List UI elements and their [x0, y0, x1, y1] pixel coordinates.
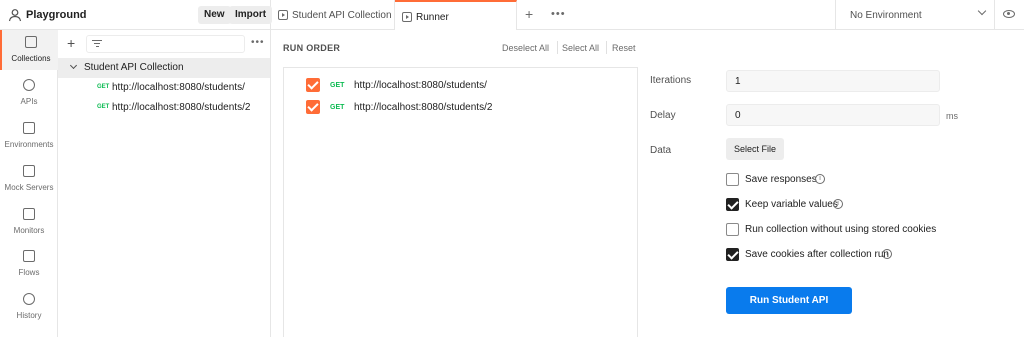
delay-input[interactable]: 0	[726, 104, 940, 126]
request-method: GET	[330, 82, 345, 89]
runner-icon	[278, 10, 288, 20]
monitors-icon	[23, 208, 35, 220]
nav-label: Mock Servers	[4, 183, 54, 192]
nav-label: APIs	[20, 97, 38, 106]
apis-icon	[23, 79, 35, 91]
iterations-value: 1	[735, 76, 741, 87]
deselect-all-button[interactable]: Deselect All	[502, 43, 549, 53]
request-url: http://localhost:8080/students/2	[112, 102, 251, 113]
delay-label: Delay	[650, 110, 676, 121]
tab-label: Runner	[416, 12, 449, 23]
nav-monitors[interactable]: Monitors	[0, 202, 58, 242]
top-bar: Playground New Import Student API Collec…	[0, 0, 1024, 30]
flows-icon	[23, 250, 35, 262]
save-responses-checkbox[interactable]	[726, 173, 739, 186]
nav-label: Environments	[4, 140, 54, 149]
tab-label: Student API Collection	[292, 10, 392, 21]
request-method: GET	[330, 104, 345, 111]
sidebar-request-item[interactable]: GET http://localhost:8080/students/2	[58, 98, 270, 118]
keep-variable-values-checkbox[interactable]	[726, 198, 739, 211]
nav-mock-servers[interactable]: Mock Servers	[0, 159, 58, 199]
nav-label: Flows	[18, 268, 40, 277]
request-method: GET	[97, 104, 110, 110]
info-icon[interactable]: i	[833, 199, 843, 209]
search-collections-input[interactable]	[86, 35, 245, 53]
nav-collections[interactable]: Collections	[0, 30, 58, 70]
tab-more-icon[interactable]: •••	[551, 8, 566, 20]
chevron-down-icon	[69, 61, 78, 70]
request-url: http://localhost:8080/students/	[112, 82, 245, 93]
select-file-button[interactable]: Select File	[726, 138, 784, 160]
request-url: http://localhost:8080/students/	[354, 80, 487, 91]
eye-icon[interactable]	[1003, 10, 1015, 18]
sidebar-request-item[interactable]: GET http://localhost:8080/students/	[58, 78, 270, 98]
tab-runner[interactable]: Runner	[395, 0, 517, 30]
collections-icon	[25, 36, 37, 48]
save-cookies-checkbox[interactable]	[726, 248, 739, 261]
environment-selector[interactable]: No Environment	[835, 0, 995, 30]
request-checkbox[interactable]	[306, 78, 320, 92]
import-button[interactable]: Import	[229, 6, 273, 24]
tab-student-api-collection[interactable]: Student API Collection	[271, 0, 395, 30]
collection-item[interactable]: Student API Collection	[58, 58, 270, 78]
request-checkbox[interactable]	[306, 100, 320, 114]
option-label: Run collection without using stored cook…	[745, 224, 937, 235]
iterations-input[interactable]: 1	[726, 70, 940, 92]
option-label: Keep variable values	[745, 199, 838, 210]
sidebar-more-icon[interactable]: •••	[251, 37, 265, 48]
workspace-name[interactable]: Playground	[26, 9, 87, 21]
delay-unit: ms	[946, 111, 958, 121]
nav-history[interactable]: History	[0, 287, 58, 327]
mock-servers-icon	[23, 165, 35, 177]
option-label: Save responses	[745, 174, 817, 185]
environments-icon	[23, 122, 35, 134]
divider	[557, 41, 558, 54]
iterations-label: Iterations	[650, 75, 692, 86]
reset-button[interactable]: Reset	[612, 43, 636, 53]
new-button[interactable]: New	[198, 6, 231, 24]
run-order-row: GET http://localhost:8080/students/2	[284, 97, 637, 119]
request-method: GET	[97, 84, 110, 90]
run-order-row: GET http://localhost:8080/students/	[284, 75, 637, 97]
run-without-cookies-checkbox[interactable]	[726, 223, 739, 236]
collection-name: Student API Collection	[84, 62, 184, 73]
environment-label: No Environment	[850, 10, 922, 21]
nav-label: Monitors	[13, 226, 45, 235]
nav-apis[interactable]: APIs	[0, 73, 58, 113]
user-icon	[8, 9, 22, 22]
history-icon	[23, 293, 35, 305]
nav-environments[interactable]: Environments	[0, 116, 58, 156]
run-order-heading: RUN ORDER	[283, 43, 341, 53]
option-label: Save cookies after collection run	[745, 249, 889, 260]
left-nav: Collections APIs Environments Mock Serve…	[0, 30, 58, 337]
data-label: Data	[650, 145, 672, 156]
delay-value: 0	[735, 110, 741, 121]
new-tab-plus-icon[interactable]: +	[525, 6, 533, 22]
chevron-down-icon	[977, 6, 987, 16]
collections-sidebar: + ••• Student API Collection GET http://…	[58, 30, 271, 337]
nav-label: History	[16, 311, 42, 320]
nav-label: Collections	[11, 54, 51, 63]
nav-flows[interactable]: Flows	[0, 244, 58, 284]
info-icon[interactable]: i	[815, 174, 825, 184]
select-all-button[interactable]: Select All	[562, 43, 599, 53]
request-url: http://localhost:8080/students/2	[354, 102, 493, 113]
run-collection-button[interactable]: Run Student API Collection	[726, 287, 852, 333]
info-icon[interactable]: i	[882, 249, 892, 259]
run-order-list: GET http://localhost:8080/students/ GET …	[283, 67, 638, 337]
workspace-header: Playground New Import	[0, 0, 273, 30]
add-collection-plus-icon[interactable]: +	[67, 35, 75, 51]
filter-icon	[92, 40, 102, 48]
runner-icon	[402, 12, 412, 22]
divider	[606, 41, 607, 54]
